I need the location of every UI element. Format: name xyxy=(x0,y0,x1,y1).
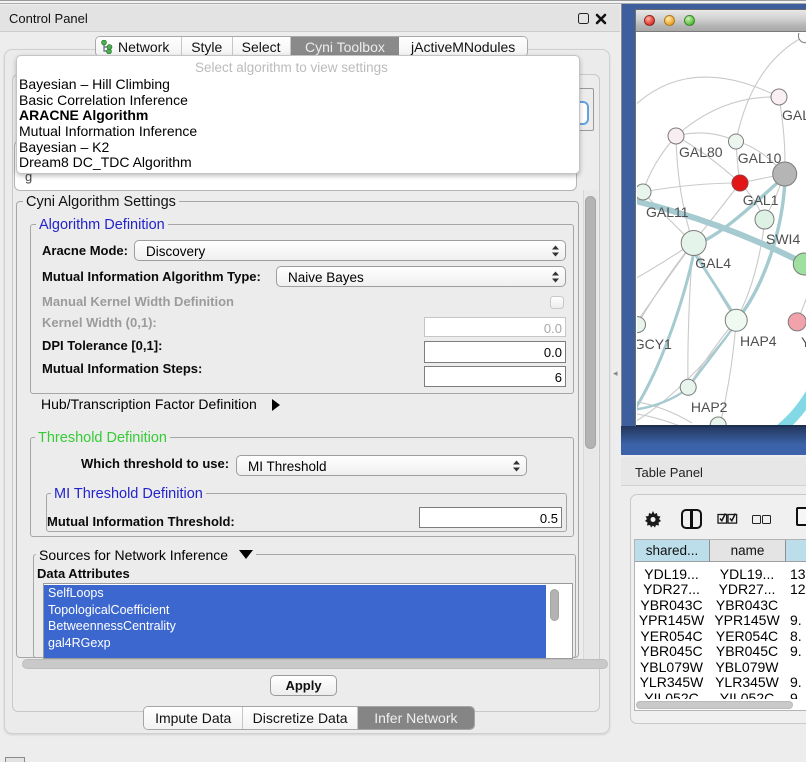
svg-text:Y: Y xyxy=(801,334,806,350)
svg-text:HAP2: HAP2 xyxy=(691,399,728,415)
svg-text:GCY1: GCY1 xyxy=(637,336,672,352)
svg-text:GAL1: GAL1 xyxy=(743,192,779,208)
svg-text:GAL4: GAL4 xyxy=(695,255,731,271)
svg-text:GAL11: GAL11 xyxy=(646,204,689,220)
svg-text:GAL10: GAL10 xyxy=(738,150,782,166)
svg-text:HAP4: HAP4 xyxy=(740,333,777,349)
svg-text:GAL: GAL xyxy=(782,107,806,123)
svg-text:SWI4: SWI4 xyxy=(766,231,800,247)
svg-text:GAL80: GAL80 xyxy=(679,144,723,160)
